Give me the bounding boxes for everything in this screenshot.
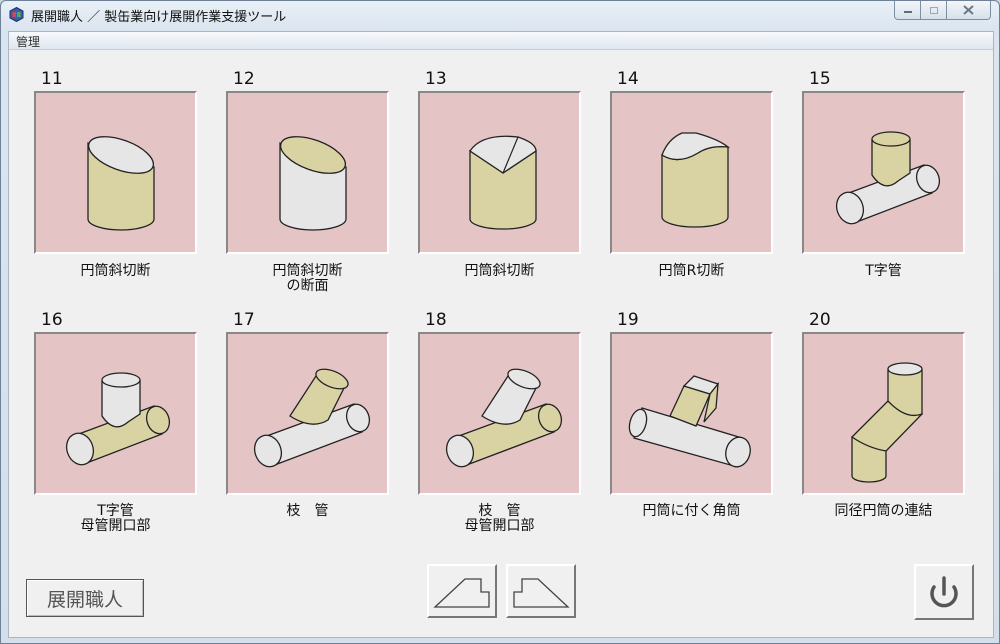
tile-18[interactable] <box>418 332 581 495</box>
oblique-cut-cylinder-section-icon <box>279 136 347 231</box>
tile-label: T字管 <box>865 263 902 279</box>
prev-arrow-icon <box>433 578 490 608</box>
app-logo-icon <box>9 7 24 22</box>
t-pipe-opening-icon <box>65 372 171 466</box>
window-title: 展開職人 ／ 製缶業向け展開作業支援ツール <box>31 10 287 25</box>
maximize-button[interactable] <box>921 1 947 20</box>
tile-number: 12 <box>233 69 255 89</box>
tile-number: 18 <box>425 310 447 330</box>
prev-page-button[interactable] <box>427 564 497 618</box>
tile-number: 13 <box>425 69 447 89</box>
power-icon <box>930 576 958 608</box>
tile-number: 19 <box>617 310 639 330</box>
r-cut-cylinder-icon <box>661 132 731 228</box>
tile-14[interactable] <box>610 91 773 254</box>
close-icon <box>963 5 974 15</box>
menu-item-admin[interactable]: 管理 <box>16 33 40 50</box>
tile-label: 円筒斜切断 <box>464 263 535 279</box>
tile-15[interactable] <box>802 91 965 254</box>
minimize-button[interactable] <box>894 1 921 20</box>
tile-19[interactable] <box>610 332 773 495</box>
tile-label: 円筒斜切断 <box>80 263 151 279</box>
title-bar: 展開職人 ／ 製缶業向け展開作業支援ツール <box>1 1 999 29</box>
square-duct-on-cylinder-icon <box>628 375 751 468</box>
branch-pipe-icon <box>253 368 371 468</box>
maximize-icon <box>929 6 938 14</box>
window-controls <box>894 1 991 20</box>
tile-17[interactable] <box>226 332 389 495</box>
tile-label: T字管 母管開口部 <box>80 503 151 534</box>
tile-11[interactable] <box>34 91 197 254</box>
next-page-button[interactable] <box>506 564 576 618</box>
tile-number: 15 <box>809 69 831 89</box>
app-window: 展開職人 ／ 製缶業向け展開作業支援ツール 管理 11 円筒斜切断 12 円筒斜… <box>0 0 1000 644</box>
tile-label: 円筒R切断 <box>658 263 725 279</box>
tile-13[interactable] <box>418 91 581 254</box>
tile-number: 20 <box>809 310 831 330</box>
menu-bar: 管理 <box>9 32 993 50</box>
brand-button[interactable]: 展開職人 <box>26 579 144 617</box>
branch-pipe-opening-icon <box>445 368 563 468</box>
tile-number: 17 <box>233 310 255 330</box>
minimize-icon <box>903 11 912 13</box>
double-oblique-cut-cylinder-icon <box>469 135 537 230</box>
tile-label: 円筒斜切断 の断面 <box>272 263 343 294</box>
equal-diameter-cylinder-joint-icon <box>850 362 924 483</box>
tile-12[interactable] <box>226 91 389 254</box>
next-arrow-icon <box>513 578 570 608</box>
tile-label: 同径円筒の連結 <box>834 503 933 519</box>
tile-label: 枝 管 母管開口部 <box>464 503 535 534</box>
tile-label: 枝 管 <box>286 503 329 519</box>
tile-label: 円筒に付く角筒 <box>642 503 741 519</box>
tile-20[interactable] <box>802 332 965 495</box>
tile-number: 16 <box>41 310 63 330</box>
t-pipe-icon <box>835 131 941 225</box>
tile-16[interactable] <box>34 332 197 495</box>
tile-number: 11 <box>41 69 63 89</box>
main-panel: 管理 11 円筒斜切断 12 円筒斜切断 の断面 13 円筒斜切断 14 円筒R… <box>8 31 994 638</box>
tile-number: 14 <box>617 69 639 89</box>
close-button[interactable] <box>947 1 991 20</box>
oblique-cut-cylinder-icon <box>87 136 155 231</box>
power-button[interactable] <box>914 564 974 620</box>
